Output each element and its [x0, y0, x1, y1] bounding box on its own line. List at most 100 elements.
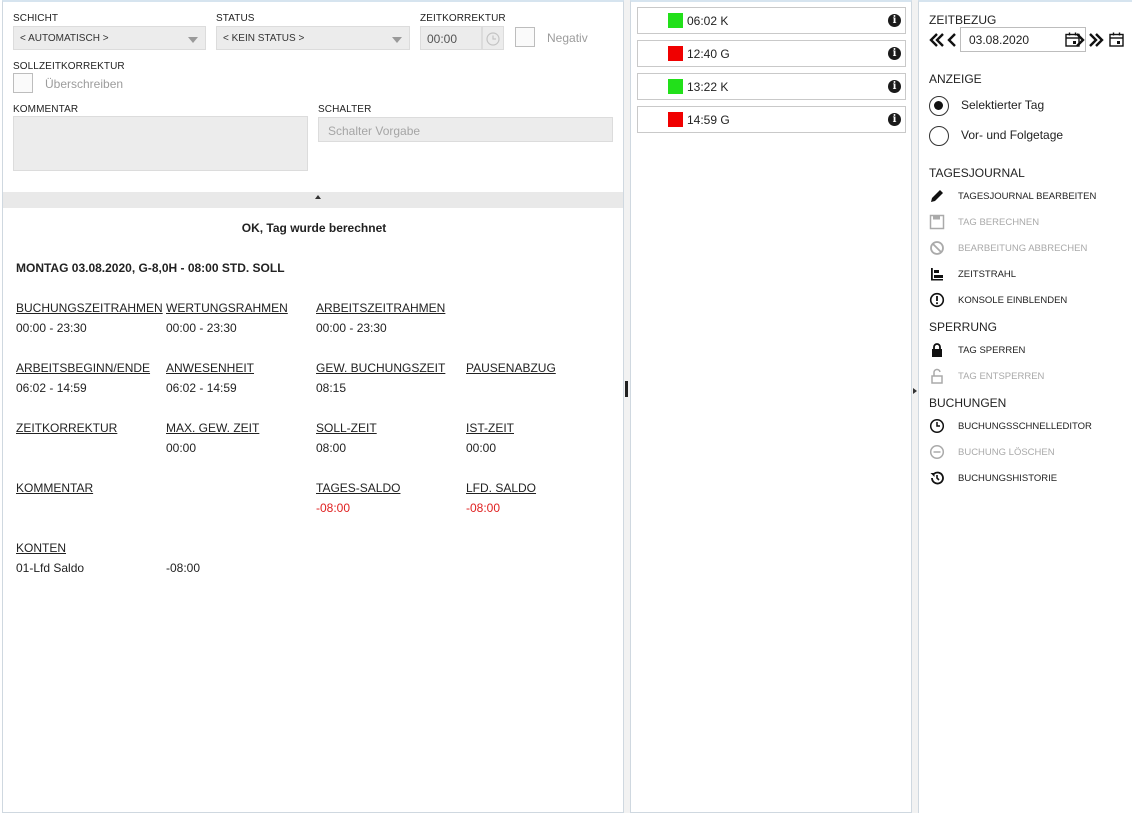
date-input-wrapper[interactable]: 03.08.2020 [960, 27, 1086, 52]
radio-surrounding-days-label: Vor- und Folgetage [961, 128, 1064, 142]
info-icon[interactable]: i [888, 14, 901, 27]
journal-field-value: 08:15 [316, 381, 347, 395]
info-icon[interactable]: i [888, 113, 901, 126]
form-collapse-bar[interactable] [3, 192, 623, 208]
radio-selected-day[interactable] [929, 96, 949, 116]
kommentar-label: KOMMENTAR [13, 104, 79, 115]
journal-field-label: BUCHUNGSZEITRAHMEN [16, 301, 163, 315]
booking-row[interactable]: 12:40 G i [637, 40, 906, 67]
date-input[interactable]: 03.08.2020 [969, 33, 1029, 47]
status-label: STATUS [216, 13, 255, 24]
next-day-icon[interactable] [1075, 33, 1085, 47]
journal-field-value: 00:00 - 23:30 [16, 321, 87, 335]
booking-status-swatch [668, 112, 683, 127]
booking-status-swatch [668, 46, 683, 61]
negativ-label: Negativ [547, 31, 588, 45]
timeline-icon [931, 268, 943, 281]
action-label: TAG ENTSPERREN [958, 371, 1045, 382]
journal-field-value: 00:00 - 23:30 [166, 321, 237, 335]
action-zeitstrahl[interactable]: ZEITSTRAHL [929, 266, 1129, 284]
journal-field-value: -08:00 [316, 501, 351, 515]
action-label: TAGESJOURNAL BEARBEITEN [958, 191, 1097, 202]
konten-name: 01-Lfd Saldo [16, 561, 85, 575]
save-icon [929, 214, 945, 230]
konten-value: -08:00 [166, 561, 201, 575]
radio-dot [934, 101, 943, 110]
ueberschreiben-checkbox[interactable] [13, 73, 33, 93]
journal-field-label: MAX. GEW. ZEIT [166, 421, 260, 435]
minus-circle-icon [929, 444, 945, 460]
journal-field-label: PAUSENABZUG [466, 361, 556, 375]
bookings-panel: 06:02 K i 12:40 G i 13:22 K i 14:59 G i [630, 0, 912, 813]
info-icon[interactable]: i [888, 47, 901, 60]
splitter-handle[interactable] [625, 381, 628, 397]
buchungen-label: BUCHUNGEN [929, 396, 1007, 410]
booking-row[interactable]: 13:22 K i [637, 73, 906, 100]
journal-field-label: ZEITKORREKTUR [16, 421, 118, 435]
journal-field-value: 06:02 - 14:59 [16, 381, 87, 395]
radio-selected-day-label: Selektierter Tag [961, 98, 1045, 112]
zeitkorrektur-input[interactable]: 00:00 [420, 26, 482, 50]
previous-day-icon[interactable] [947, 33, 957, 47]
actions-sidebar: ZEITBEZUG 03.08.2020 ANZEIGE Selektierte… [918, 0, 1132, 813]
journal-field-value: 00:00 - 23:30 [316, 321, 387, 335]
konten-label: KONTEN [16, 541, 67, 555]
zeitbezug-label: ZEITBEZUG [929, 13, 997, 27]
action-buchung-loeschen[interactable]: BUCHUNG LÖSCHEN [929, 444, 1129, 462]
status-select[interactable]: < KEIN STATUS > [216, 26, 410, 50]
negativ-checkbox[interactable] [515, 27, 535, 47]
unlock-icon [931, 368, 943, 384]
journal-field-value: -08:00 [466, 501, 501, 515]
action-label: TAG BERECHNEN [958, 217, 1040, 228]
anzeige-label: ANZEIGE [929, 72, 982, 86]
journal-field-label: LFD. SALDO [466, 481, 537, 495]
booking-time: 06:02 K [687, 14, 729, 28]
action-tag-entsperren[interactable]: TAG ENTSPERREN [929, 368, 1129, 386]
action-label: BUCHUNG LÖSCHEN [958, 447, 1055, 458]
ueberschreiben-label: Überschreiben [45, 77, 124, 91]
schalter-input[interactable]: Schalter Vorgabe [318, 117, 613, 142]
action-tagesjournal-bearbeiten[interactable]: TAGESJOURNAL BEARBEITEN [929, 188, 1129, 206]
collapse-up-icon [315, 195, 321, 199]
journal-field-value: 00:00 [166, 441, 197, 455]
journal-field-label: KOMMENTAR [16, 481, 94, 495]
first-page-icon[interactable] [929, 33, 945, 47]
kommentar-textarea[interactable] [13, 116, 308, 171]
schalter-label: SCHALTER [318, 104, 372, 115]
action-bearbeitung-abbrechen[interactable]: BEARBEITUNG ABBRECHEN [929, 240, 1129, 258]
today-calendar-icon[interactable] [1109, 32, 1124, 47]
tagesjournal-label: TAGESJOURNAL [929, 166, 1025, 180]
journal-field-value: 08:00 [316, 441, 347, 455]
dropdown-arrow-icon [392, 37, 402, 43]
dropdown-arrow-icon [188, 37, 198, 43]
journal-field-label: ARBEITSBEGINN/ENDE [16, 361, 151, 375]
action-tag-berechnen[interactable]: TAG BERECHNEN [929, 214, 1129, 232]
last-page-icon[interactable] [1088, 33, 1104, 47]
time-picker-button[interactable] [482, 26, 504, 50]
action-label: KONSOLE EINBLENDEN [958, 295, 1068, 306]
zeitkorrektur-label: ZEITKORREKTUR [420, 13, 506, 24]
journal-field-value: 06:02 - 14:59 [166, 381, 237, 395]
booking-row[interactable]: 06:02 K i [637, 7, 906, 34]
action-buchungsschnelleditor[interactable]: BUCHUNGSSCHNELLEDITOR [929, 418, 1129, 436]
collapse-arrow-icon[interactable] [913, 388, 917, 394]
history-icon [930, 471, 944, 485]
action-label: BEARBEITUNG ABBRECHEN [958, 243, 1088, 254]
sollzeit-label: SOLLZEITKORREKTUR [13, 61, 125, 72]
day-header: MONTAG 03.08.2020, G-8,0H - 08:00 STD. S… [16, 261, 285, 275]
action-konsole-einblenden[interactable]: KONSOLE EINBLENDEN [929, 292, 1129, 310]
action-tag-sperren[interactable]: TAG SPERREN [929, 342, 1129, 360]
booking-row[interactable]: 14:59 G i [637, 106, 906, 133]
journal-field-label: TAGES-SALDO [316, 481, 401, 495]
action-label: BUCHUNGSHISTORIE [958, 473, 1058, 484]
calc-status-message: OK, Tag wurde berechnet [241, 221, 387, 235]
clock-icon [486, 32, 500, 46]
radio-surrounding-days[interactable] [929, 126, 949, 146]
journal-field-label: ARBEITSZEITRAHMEN [316, 301, 446, 315]
info-icon[interactable]: i [888, 80, 901, 93]
action-buchungshistorie[interactable]: BUCHUNGSHISTORIE [929, 470, 1129, 488]
booking-time: 14:59 G [687, 113, 730, 127]
schicht-select[interactable]: < AUTOMATISCH > [13, 26, 206, 50]
clock-icon [929, 418, 945, 434]
alert-icon [929, 292, 945, 308]
